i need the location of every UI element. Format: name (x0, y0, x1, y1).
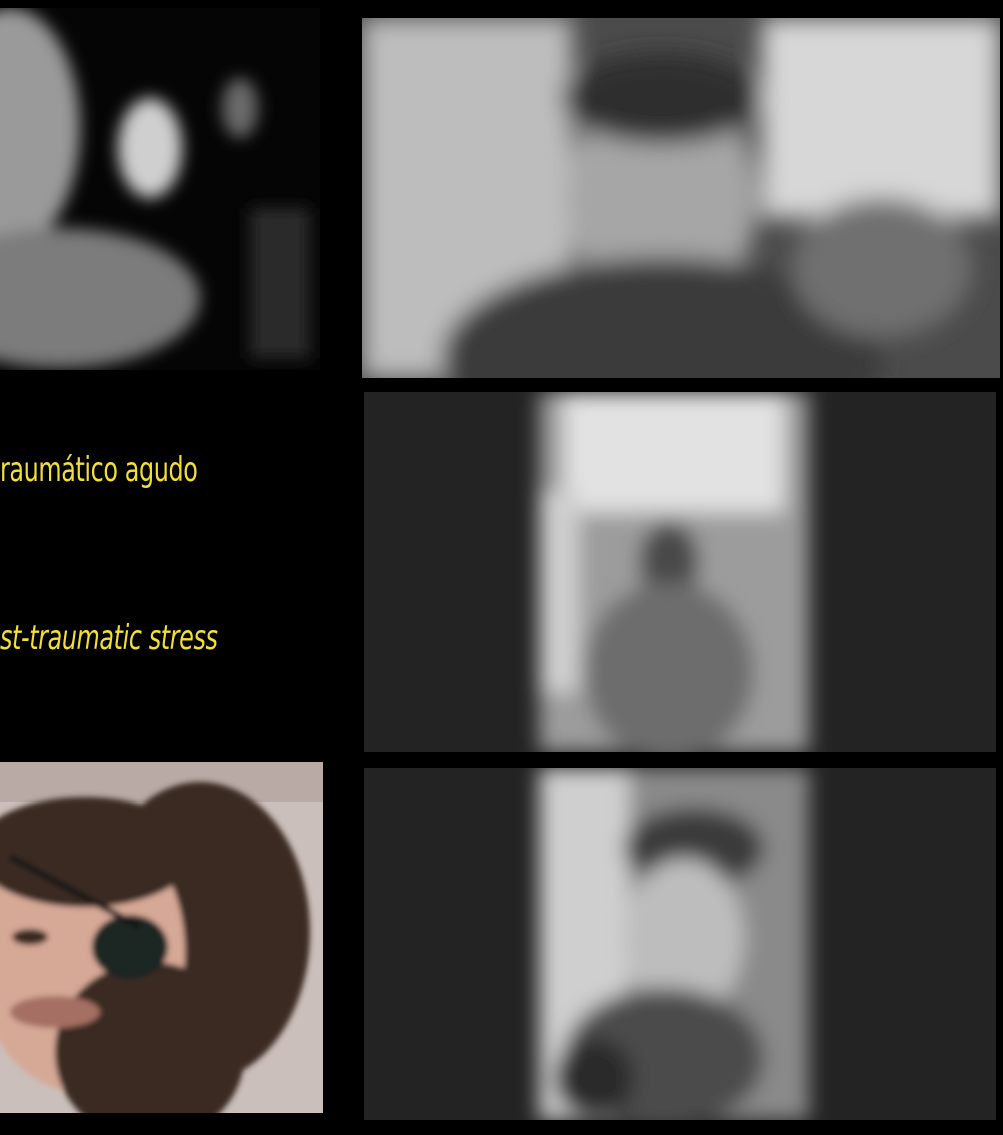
participant-video (362, 18, 1000, 378)
video-tile-top-right[interactable] (362, 18, 1000, 378)
video-tile-middle-right[interactable] (364, 392, 996, 752)
participant-video (364, 768, 996, 1120)
participant-video (0, 762, 323, 1113)
video-tile-top-left[interactable] (0, 8, 320, 370)
video-tile-bottom-right[interactable] (364, 768, 996, 1120)
video-tile-bottom-left[interactable] (0, 762, 323, 1113)
participant-video (364, 392, 996, 752)
caption-line-english: st-traumatic stress (0, 618, 218, 658)
participant-video (0, 8, 320, 370)
caption-line-spanish: raumático agudo (0, 450, 198, 490)
